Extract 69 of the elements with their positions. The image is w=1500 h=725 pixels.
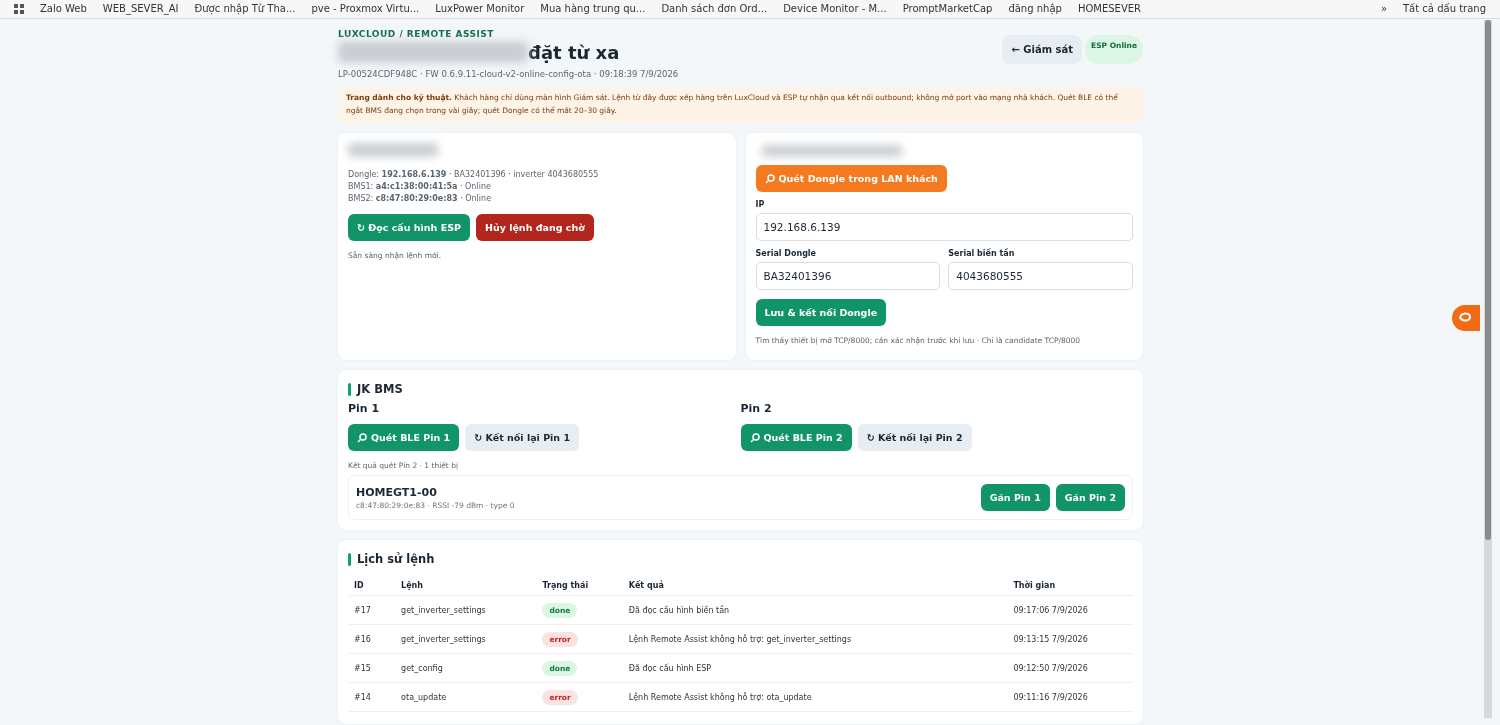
table-cell: #16: [348, 624, 396, 654]
status-line: Dongle: 192.168.6.139 · BA32401396 · inverter 4043680555: [348, 169, 600, 181]
chat-widget-icon: [1452, 305, 1480, 331]
table-cell: 09:11:16 7/9/2026: [1007, 682, 1133, 712]
more-bookmarks-button[interactable]: »: [1380, 2, 1387, 16]
bookmark-link[interactable]: pve - Proxmox Virtu...: [311, 2, 420, 16]
pin-label: Pin 2: [740, 402, 773, 415]
table-cell: get_inverter_settings: [395, 595, 537, 625]
read-config-button[interactable]: ↻ Đọc cấu hình ESP: [348, 214, 470, 241]
assign-button[interactable]: Gán Pin 2: [1055, 484, 1125, 511]
apps-icon: [14, 4, 24, 14]
table-cell: 09:17:06 7/9/2026: [1007, 595, 1133, 625]
search-icon: [357, 432, 367, 443]
table-cell: 09:13:15 7/9/2026: [1007, 624, 1133, 654]
bookmark-link[interactable]: HOMESEVER: [1077, 2, 1141, 16]
device-name: HOMEGT1-00: [356, 485, 438, 499]
scan-ble-button[interactable]: Quét BLE Pin 1: [348, 424, 460, 451]
bookmark-link[interactable]: Mua hàng trung qu...: [540, 2, 646, 16]
all-bookmarks-link[interactable]: Tất cả dấu trang: [1403, 2, 1486, 16]
monitor-button[interactable]: ← Giám sát: [1002, 35, 1083, 64]
ip-field[interactable]: 192.168.6.139: [755, 213, 1133, 241]
search-icon: [749, 432, 760, 443]
field-label: Serial Dongle: [755, 249, 818, 258]
bookmark-link[interactable]: LuxPower Monitor: [435, 2, 525, 16]
field-label: Serial biến tần: [948, 249, 1016, 258]
table-cell: Lệnh Remote Assist không hỗ trợ: ota_update: [622, 682, 1008, 712]
search-icon: [764, 173, 775, 184]
status-line: BMS2: c8:47:80:29:0e:83 · Online: [348, 193, 493, 205]
device-meta: LP-00524CDF948C · FW 0.6.9.11-cloud-v2-online-config-ota · 09:18:39 7/9/2026: [338, 69, 680, 79]
table-cell: #14: [348, 682, 396, 712]
bookmark-link[interactable]: Zalo Web: [40, 2, 87, 16]
table-cell: get_config: [395, 653, 537, 683]
bookmark-link[interactable]: Device Monitor - M...: [783, 2, 887, 16]
bookmark-link[interactable]: WEB_SEVER_AI: [102, 2, 179, 16]
table-cell: Đã đọc cấu hình biến tần: [622, 595, 1008, 625]
field-label: IP: [755, 200, 766, 209]
serial-field[interactable]: 4043680555: [948, 262, 1133, 290]
card-title: Lịch sử lệnh: [357, 552, 435, 566]
serial-field[interactable]: BA32401396: [755, 262, 941, 290]
table-cell: #15: [348, 653, 396, 683]
table-cell: get_inverter_settings: [395, 624, 537, 654]
scrollbar[interactable]: [1484, 20, 1492, 718]
table-cell: #17: [348, 595, 396, 625]
accent-bar: [348, 382, 351, 396]
breadcrumb: LUXCLOUD / REMOTE ASSIST: [338, 29, 495, 39]
table-cell: Lệnh Remote Assist không hỗ trợ: get_inverter_settings: [622, 624, 1008, 654]
cancel-button[interactable]: Hủy lệnh đang chờ: [475, 214, 594, 241]
column-header: Trạng thái: [536, 576, 623, 596]
bookmark-link[interactable]: PromptMarketCap: [902, 2, 993, 16]
column-header: Thời gian: [1007, 576, 1133, 596]
column-header: ID: [348, 576, 396, 596]
save-connect-button[interactable]: Lưu & kết nối Dongle: [755, 299, 887, 326]
pin-label: Pin 1: [348, 402, 381, 415]
table-cell: Đã đọc cấu hình ESP: [622, 653, 1008, 683]
bookmark-link[interactable]: đăng nhập: [1008, 2, 1062, 16]
reconnect-button[interactable]: ↻ Kết nối lại Pin 2: [857, 424, 972, 451]
scan-ble-button[interactable]: Quét BLE Pin 2: [740, 424, 852, 451]
accent-bar: [348, 552, 351, 566]
status-line: BMS1: a4:c1:38:00:41:5a · Online: [348, 181, 492, 193]
reconnect-button[interactable]: ↻ Kết nối lại Pin 1: [465, 424, 580, 451]
table-cell: ota_update: [395, 682, 537, 712]
column-header: Lệnh: [395, 576, 537, 596]
card-title: JK BMS: [357, 382, 403, 396]
page-title: đặt từ xa: [528, 41, 620, 63]
table-cell: 09:12:50 7/9/2026: [1007, 653, 1133, 683]
assign-button[interactable]: Gán Pin 1: [980, 484, 1050, 511]
column-header: Kết quả: [622, 576, 1008, 596]
bookmark-link[interactable]: Được nhập Từ Tha...: [194, 2, 296, 16]
bookmark-link[interactable]: Danh sách đơn Ord...: [661, 2, 768, 16]
